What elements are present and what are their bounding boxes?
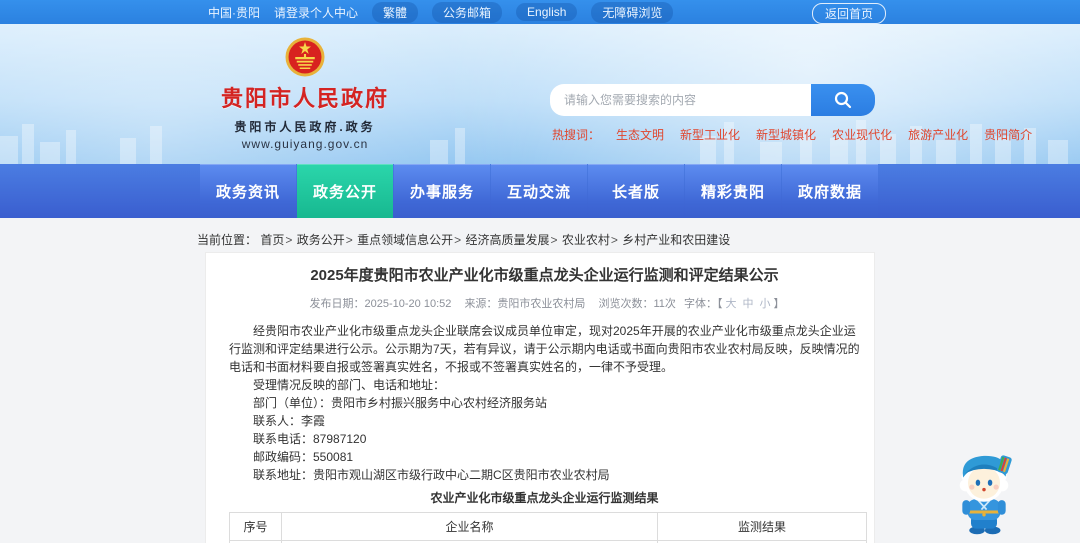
nav-item-jcgy[interactable]: 精彩贵阳 xyxy=(685,164,781,218)
breadcrumb-seg[interactable]: 重点领域信息公开 xyxy=(357,233,453,247)
breadcrumb-separator: > xyxy=(285,233,293,247)
search-bar xyxy=(550,84,875,116)
font-size-large[interactable]: 大 xyxy=(725,298,736,310)
article-card: 2025年度贵阳市农业产业化市级重点龙头企业运行监测和评定结果公示 发布日期：2… xyxy=(205,252,875,543)
top-utility-bar: 中国·贵阳 请登录个人中心 繁體 公务邮箱 English 无障碍浏览 返回首页 xyxy=(0,0,1080,24)
national-emblem-icon xyxy=(285,37,325,77)
col-header-company: 企业名称 xyxy=(281,512,658,541)
nav-item-hdjl[interactable]: 互动交流 xyxy=(491,164,587,218)
hot-word[interactable]: 新型城镇化 xyxy=(756,126,816,143)
nav-item-zfsj[interactable]: 政府数据 xyxy=(782,164,878,218)
nav-item-bsfw[interactable]: 办事服务 xyxy=(394,164,490,218)
top-links: 中国·贵阳 请登录个人中心 繁體 公务邮箱 English 无障碍浏览 xyxy=(208,1,674,23)
view-count: 浏览次数：11次 xyxy=(598,298,676,310)
contact-address: 联系地址：贵阳市观山湖区市级行政中心二期C区贵阳市农业农村局 xyxy=(253,468,610,482)
article-title: 2025年度贵阳市农业产业化市级重点龙头企业运行监测和评定结果公示 xyxy=(310,267,779,284)
hot-word[interactable]: 旅游产业化 xyxy=(908,126,968,143)
search-icon xyxy=(834,91,852,109)
breadcrumb-seg[interactable]: 乡村产业和农田建设 xyxy=(622,233,730,247)
font-size-small[interactable]: 小 xyxy=(759,298,770,310)
site-url: www.guiyang.gov.cn xyxy=(241,137,369,151)
site-brand[interactable]: 贵阳市人民政府 贵阳市人民政府.政务 www.guiyang.gov.cn xyxy=(205,36,405,151)
hot-word[interactable]: 贵阳简介 xyxy=(984,126,1032,143)
hot-word[interactable]: 农业现代化 xyxy=(832,126,892,143)
col-header-result: 监测结果 xyxy=(657,512,867,541)
link-accessibility[interactable]: 无障碍浏览 xyxy=(591,1,674,23)
search-button[interactable] xyxy=(811,84,875,116)
hot-word[interactable]: 生态文明 xyxy=(616,126,664,143)
article-body: 经贵阳市农业产业化市级重点龙头企业联席会议成员单位审定，现对2025年开展的农业… xyxy=(229,322,860,484)
contact-phone: 联系电话：87987120 xyxy=(253,432,367,446)
link-official-mail[interactable]: 公务邮箱 xyxy=(432,1,503,23)
breadcrumb-seg[interactable]: 农业农村 xyxy=(562,233,610,247)
table-caption: 农业产业化市级重点龙头企业运行监测结果 xyxy=(430,491,659,505)
breadcrumb-home[interactable]: 首页 xyxy=(260,233,284,247)
contact-person: 联系人：李霞 xyxy=(253,414,326,428)
table-header-row: 序号 企业名称 监测结果 xyxy=(229,512,867,541)
breadcrumb-separator: > xyxy=(550,233,558,247)
back-to-home-button[interactable]: 返回首页 xyxy=(811,3,886,24)
font-size-medium[interactable]: 中 xyxy=(742,298,753,310)
link-english[interactable]: English xyxy=(516,3,578,21)
breadcrumb-separator: > xyxy=(454,233,462,247)
link-traditional-chinese[interactable]: 繁體 xyxy=(372,1,419,23)
mascot-assistant-icon[interactable] xyxy=(945,448,1023,540)
hot-search-words: 热搜词： 生态文明 新型工业化 新型城镇化 农业现代化 旅游产业化 贵阳简介 xyxy=(552,126,1032,143)
font-bracket: 】 xyxy=(773,298,785,310)
breadcrumb-seg[interactable]: 政务公开 xyxy=(297,233,345,247)
page: 中国·贵阳 请登录个人中心 繁體 公务邮箱 English 无障碍浏览 返回首页 xyxy=(0,0,1080,543)
hot-word[interactable]: 新型工业化 xyxy=(680,126,740,143)
nav-item-zwzx[interactable]: 政务资讯 xyxy=(200,164,296,218)
search-input[interactable] xyxy=(550,84,811,116)
link-china-guiyang[interactable]: 中国·贵阳 xyxy=(208,4,260,21)
nav-item-zwgk[interactable]: 政务公开 xyxy=(297,164,393,218)
contact-postcode: 邮政编码：550081 xyxy=(253,450,354,464)
breadcrumb: 当前位置： 首页> 政务公开> 重点领域信息公开> 经济高质量发展> 农业农村>… xyxy=(197,231,730,248)
site-subtitle: 贵阳市人民政府.政务 xyxy=(234,120,376,134)
nav-item-lzb[interactable]: 长者版 xyxy=(588,164,684,218)
site-header: 贵阳市人民政府 贵阳市人民政府.政务 www.guiyang.gov.cn 热搜… xyxy=(0,24,1080,164)
publish-date: 发布日期：2025-10-20 10:52 xyxy=(309,298,452,310)
font-size-label: 字体： xyxy=(683,298,717,310)
hot-search-label: 热搜词： xyxy=(552,128,601,142)
breadcrumb-separator: > xyxy=(345,233,353,247)
paragraph: 经贵阳市农业产业化市级重点龙头企业联席会议成员单位审定，现对2025年开展的农业… xyxy=(229,324,860,374)
main-navigation: 政务资讯 政务公开 办事服务 互动交流 长者版 精彩贵阳 政府数据 xyxy=(0,164,1080,218)
contact-department: 部门（单位）：贵阳市乡村振兴服务中心农村经济服务站 xyxy=(253,396,548,410)
article-meta: 发布日期：2025-10-20 10:52 来源：贵阳市农业农村局 浏览次数：1… xyxy=(229,295,860,311)
monitoring-result-table: 序号 企业名称 监测结果 1 贵州合力超市采购有限公司 合格 2 贵州友禾种业有… xyxy=(229,512,867,543)
breadcrumb-separator: > xyxy=(610,233,618,247)
site-title: 贵阳市人民政府 xyxy=(220,86,389,111)
breadcrumb-seg[interactable]: 经济高质量发展 xyxy=(465,233,549,247)
paragraph: 受理情况反映的部门、电话和地址： xyxy=(253,378,446,392)
col-header-index: 序号 xyxy=(229,512,282,541)
font-bracket: 【 xyxy=(716,298,723,310)
breadcrumb-label: 当前位置： xyxy=(197,233,258,247)
link-login-personal-center[interactable]: 请登录个人中心 xyxy=(274,4,358,21)
article-source: 来源：贵阳市农业农村局 xyxy=(464,298,586,310)
